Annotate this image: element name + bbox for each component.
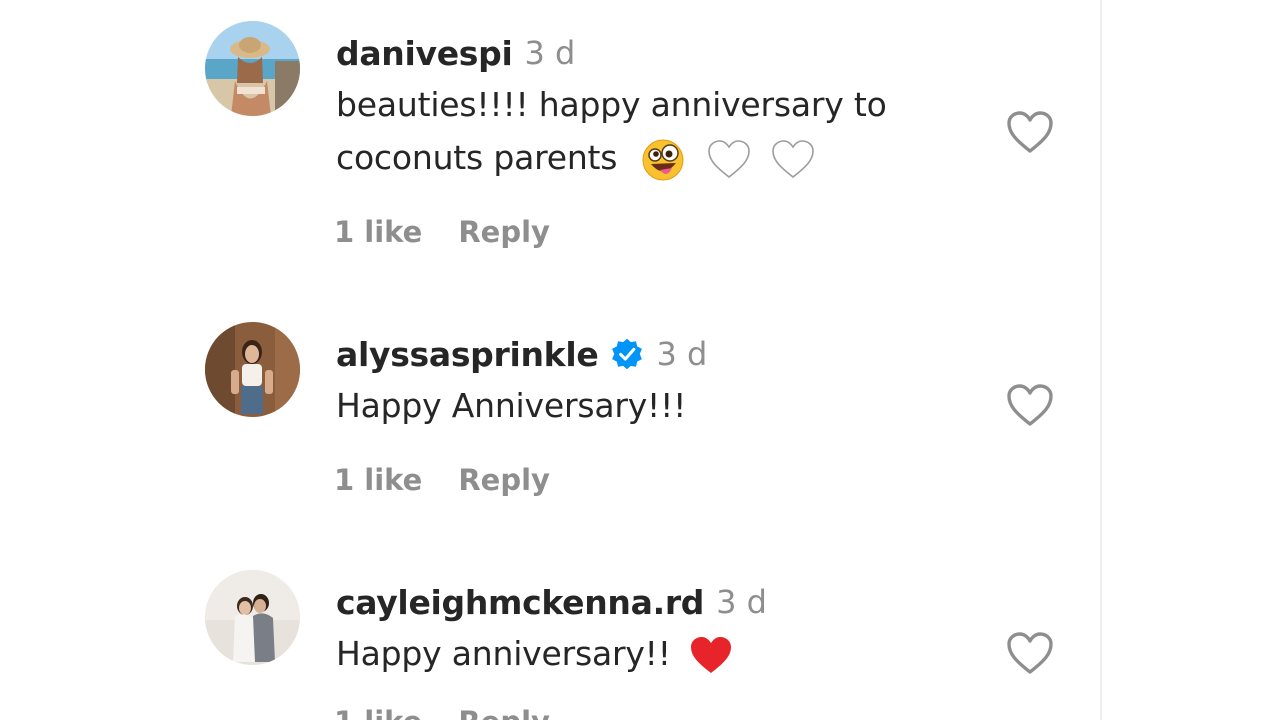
comment-text: Happy Anniversary!!! [336, 386, 687, 425]
comment-time[interactable]: 3 d [656, 335, 707, 373]
comment-meta: 1 like Reply [334, 212, 550, 252]
panel-divider [1100, 0, 1102, 720]
comment-time[interactable]: 3 d [524, 34, 575, 72]
comment-header: cayleighmckenna.rd 3 d [336, 580, 767, 624]
avatar[interactable] [205, 322, 300, 417]
username[interactable]: cayleighmckenna.rd [336, 583, 704, 622]
reply-button[interactable]: Reply [458, 463, 550, 497]
white-heart-emoji [706, 139, 752, 181]
comment-text-continued: coconuts parents [336, 136, 816, 181]
verified-badge-icon [610, 337, 644, 371]
comment-time[interactable]: 3 d [716, 583, 767, 621]
comment-text-container: Happy anniversary!! [336, 632, 733, 676]
likes-count[interactable]: 1 like [334, 463, 422, 497]
likes-count[interactable]: 1 like [334, 705, 422, 720]
comment-text-line: coconuts parents [336, 138, 618, 177]
avatar[interactable] [205, 21, 300, 116]
zany-face-emoji [642, 139, 684, 181]
comment-meta: 1 like Reply [334, 702, 550, 720]
avatar[interactable] [205, 570, 300, 665]
like-heart-icon[interactable] [1005, 630, 1055, 676]
username[interactable]: danivespi [336, 34, 513, 73]
comment-meta: 1 like Reply [334, 460, 550, 500]
like-heart-icon[interactable] [1005, 382, 1055, 428]
comment-header: danivespi 3 d [336, 31, 575, 75]
comment-text: beauties!!!! happy anniversary to [336, 85, 887, 124]
comment-text: Happy anniversary!! [336, 634, 671, 673]
comment-item: alyssasprinkle 3 d Happy Anniversary!!! … [0, 322, 1100, 522]
white-heart-emoji [770, 139, 816, 181]
reply-button[interactable]: Reply [458, 215, 550, 249]
red-heart-emoji [689, 636, 733, 676]
comment-item: cayleighmckenna.rd 3 d Happy anniversary… [0, 570, 1100, 720]
like-heart-icon[interactable] [1005, 109, 1055, 155]
comment-header: alyssasprinkle 3 d [336, 332, 707, 376]
likes-count[interactable]: 1 like [334, 215, 422, 249]
username[interactable]: alyssasprinkle [336, 335, 599, 374]
reply-button[interactable]: Reply [458, 705, 550, 720]
comment-item: danivespi 3 d beauties!!!! happy anniver… [0, 21, 1100, 261]
